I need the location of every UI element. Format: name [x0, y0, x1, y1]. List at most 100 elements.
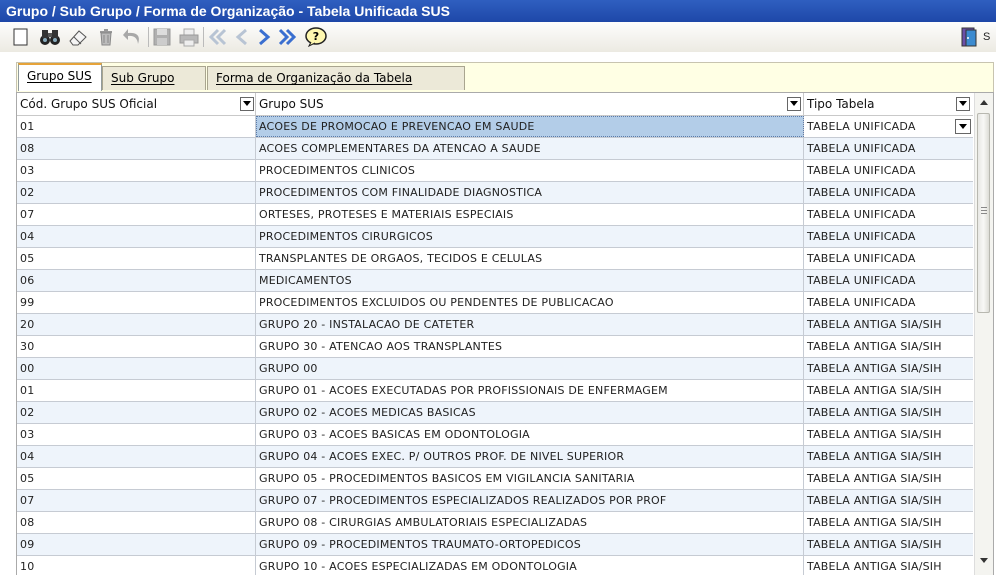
tipo-tabela-dropdown[interactable]: [955, 119, 971, 134]
cell-codigo[interactable]: 07: [17, 490, 256, 511]
table-row[interactable]: 20 GRUPO 20 - INSTALACAO DE CATETER TABELA…: [17, 314, 973, 336]
tab-forma-organizacao[interactable]: Forma de Organização da Tabela Unificada: [207, 66, 465, 107]
table-row[interactable]: 09 GRUPO 09 - PROCEDIMENTOS TRAUMATO-ORTO…: [17, 534, 973, 556]
cell-grupo[interactable]: PROCEDIMENTOS CLINICOS: [256, 160, 804, 181]
cell-tipo[interactable]: TABELA ANTIGA SIA/SIH: [804, 512, 973, 533]
cell-tipo[interactable]: TABELA ANTIGA SIA/SIH: [804, 358, 973, 379]
cell-tipo[interactable]: TABELA ANTIGA SIA/SIH: [804, 446, 973, 467]
cell-codigo[interactable]: 06: [17, 270, 256, 291]
cell-grupo[interactable]: PROCEDIMENTOS CIRURGICOS: [256, 226, 804, 247]
cell-grupo[interactable]: ACOES DE PROMOCAO E PREVENCAO EM SAUDE: [256, 116, 804, 137]
column-filter-dropdown[interactable]: [240, 97, 254, 111]
cell-grupo[interactable]: GRUPO 10 - ACOES ESPECIALIZADAS EM ODONT…: [256, 556, 804, 575]
first-record-icon[interactable]: [206, 25, 230, 49]
eraser-icon[interactable]: [66, 25, 90, 49]
column-header-codigo[interactable]: Cód. Grupo SUS Oficial: [17, 93, 256, 115]
cell-tipo[interactable]: TABELA UNIFICADA: [804, 248, 973, 269]
table-row[interactable]: 02 GRUPO 02 - ACOES MEDICAS BASICAS TABELA…: [17, 402, 973, 424]
cell-tipo[interactable]: TABELA UNIFICADA: [804, 138, 973, 159]
table-row[interactable]: 06 MEDICAMENTOS TABELA UNIFICADA: [17, 270, 973, 292]
cell-grupo[interactable]: PROCEDIMENTOS COM FINALIDADE DIAGNOSTICA: [256, 182, 804, 203]
binoculars-search-icon[interactable]: [38, 25, 62, 49]
cell-codigo[interactable]: 00: [17, 358, 256, 379]
cell-grupo[interactable]: ACOES COMPLEMENTARES DA ATENCAO A SAUDE: [256, 138, 804, 159]
tab-grupo-sus[interactable]: Grupo SUS: [18, 63, 102, 91]
cell-tipo[interactable]: TABELA UNIFICADA: [804, 270, 973, 291]
cell-tipo[interactable]: TABELA UNIFICADA: [804, 292, 973, 313]
cell-grupo[interactable]: GRUPO 08 - CIRURGIAS AMBULATORIAIS ESPEC…: [256, 512, 804, 533]
cell-grupo[interactable]: GRUPO 04 - ACOES EXEC. P/ OUTROS PROF. D…: [256, 446, 804, 467]
table-row[interactable]: 08 GRUPO 08 - CIRURGIAS AMBULATORIAIS ESP…: [17, 512, 973, 534]
table-row[interactable]: 10 GRUPO 10 - ACOES ESPECIALIZADAS EM ODO…: [17, 556, 973, 575]
cell-codigo[interactable]: 08: [17, 512, 256, 533]
table-row[interactable]: 08 ACOES COMPLEMENTARES DA ATENCAO A SAUD…: [17, 138, 973, 160]
table-row[interactable]: 04 GRUPO 04 - ACOES EXEC. P/ OUTROS PROF.…: [17, 446, 973, 468]
save-icon[interactable]: [150, 25, 174, 49]
cell-codigo[interactable]: 10: [17, 556, 256, 575]
column-header-grupo[interactable]: Grupo SUS: [256, 93, 804, 115]
cell-grupo[interactable]: GRUPO 30 - ATENCAO AOS TRANSPLANTES: [256, 336, 804, 357]
cell-codigo[interactable]: 08: [17, 138, 256, 159]
cell-tipo[interactable]: TABELA ANTIGA SIA/SIH: [804, 424, 973, 445]
table-row[interactable]: 00 GRUPO 00 TABELA ANTIGA SIA/SIH: [17, 358, 973, 380]
cell-codigo[interactable]: 04: [17, 226, 256, 247]
cell-tipo[interactable]: TABELA ANTIGA SIA/SIH: [804, 534, 973, 555]
cell-grupo[interactable]: GRUPO 03 - ACOES BASICAS EM ODONTOLOGIA: [256, 424, 804, 445]
column-filter-dropdown[interactable]: [787, 97, 801, 111]
cell-tipo[interactable]: TABELA UNIFICADA: [804, 116, 973, 137]
cell-tipo[interactable]: TABELA ANTIGA SIA/SIH: [804, 402, 973, 423]
table-row[interactable]: 07 ORTESES, PROTESES E MATERIAIS ESPECIAI…: [17, 204, 973, 226]
table-row[interactable]: 02 PROCEDIMENTOS COM FINALIDADE DIAGNOSTI…: [17, 182, 973, 204]
cell-codigo[interactable]: 02: [17, 402, 256, 423]
vertical-scrollbar[interactable]: [974, 93, 993, 575]
cell-codigo[interactable]: 01: [17, 116, 256, 137]
next-record-icon[interactable]: [252, 25, 276, 49]
undo-icon[interactable]: [121, 25, 145, 49]
cell-tipo[interactable]: TABELA ANTIGA SIA/SIH: [804, 336, 973, 357]
cell-tipo[interactable]: TABELA ANTIGA SIA/SIH: [804, 490, 973, 511]
cell-codigo[interactable]: 03: [17, 424, 256, 445]
cell-grupo[interactable]: GRUPO 20 - INSTALACAO DE CATETER: [256, 314, 804, 335]
table-row[interactable]: 05 GRUPO 05 - PROCEDIMENTOS BASICOS EM VI…: [17, 468, 973, 490]
cell-codigo[interactable]: 03: [17, 160, 256, 181]
cell-grupo[interactable]: TRANSPLANTES DE ORGAOS, TECIDOS E CELULA…: [256, 248, 804, 269]
cell-tipo[interactable]: TABELA ANTIGA SIA/SIH: [804, 556, 973, 575]
table-row[interactable]: 04 PROCEDIMENTOS CIRURGICOS TABELA UNIFICA…: [17, 226, 973, 248]
new-document-icon[interactable]: [8, 25, 32, 49]
column-filter-dropdown[interactable]: [956, 97, 970, 111]
cell-grupo[interactable]: GRUPO 09 - PROCEDIMENTOS TRAUMATO-ORTOPE…: [256, 534, 804, 555]
cell-grupo[interactable]: GRUPO 05 - PROCEDIMENTOS BASICOS EM VIGI…: [256, 468, 804, 489]
cell-tipo[interactable]: TABELA UNIFICADA: [804, 182, 973, 203]
cell-codigo[interactable]: 05: [17, 248, 256, 269]
table-row[interactable]: 01 ACOES DE PROMOCAO E PREVENCAO EM SAUDE…: [17, 116, 973, 138]
cell-grupo[interactable]: GRUPO 02 - ACOES MEDICAS BASICAS: [256, 402, 804, 423]
cell-codigo[interactable]: 05: [17, 468, 256, 489]
scroll-up-button[interactable]: [975, 95, 992, 111]
cell-grupo[interactable]: PROCEDIMENTOS EXCLUIDOS OU PENDENTES DE …: [256, 292, 804, 313]
cell-grupo[interactable]: GRUPO 01 - ACOES EXECUTADAS POR PROFISSI…: [256, 380, 804, 401]
cell-codigo[interactable]: 07: [17, 204, 256, 225]
table-row[interactable]: 05 TRANSPLANTES DE ORGAOS, TECIDOS E CELU…: [17, 248, 973, 270]
help-icon[interactable]: ?: [304, 25, 328, 49]
cell-tipo[interactable]: TABELA ANTIGA SIA/SIH: [804, 314, 973, 335]
cell-tipo[interactable]: TABELA UNIFICADA: [804, 204, 973, 225]
last-record-icon[interactable]: [275, 25, 299, 49]
cell-codigo[interactable]: 20: [17, 314, 256, 335]
trash-icon[interactable]: [94, 25, 118, 49]
cell-codigo[interactable]: 02: [17, 182, 256, 203]
cell-tipo[interactable]: TABELA UNIFICADA: [804, 226, 973, 247]
scroll-thumb[interactable]: [977, 113, 990, 313]
cell-grupo[interactable]: GRUPO 00: [256, 358, 804, 379]
cell-tipo[interactable]: TABELA ANTIGA SIA/SIH: [804, 380, 973, 401]
scroll-down-button[interactable]: [975, 553, 992, 569]
table-row[interactable]: 30 GRUPO 30 - ATENCAO AOS TRANSPLANTES TAB…: [17, 336, 973, 358]
cell-codigo[interactable]: 30: [17, 336, 256, 357]
cell-grupo[interactable]: GRUPO 07 - PROCEDIMENTOS ESPECIALIZADOS …: [256, 490, 804, 511]
print-icon[interactable]: [177, 25, 201, 49]
table-row[interactable]: 03 GRUPO 03 - ACOES BASICAS EM ODONTOLOGI…: [17, 424, 973, 446]
column-header-tipo[interactable]: Tipo Tabela: [804, 93, 973, 115]
cell-codigo[interactable]: 99: [17, 292, 256, 313]
previous-record-icon[interactable]: [230, 25, 254, 49]
cell-tipo[interactable]: TABELA UNIFICADA: [804, 160, 973, 181]
cell-codigo[interactable]: 04: [17, 446, 256, 467]
